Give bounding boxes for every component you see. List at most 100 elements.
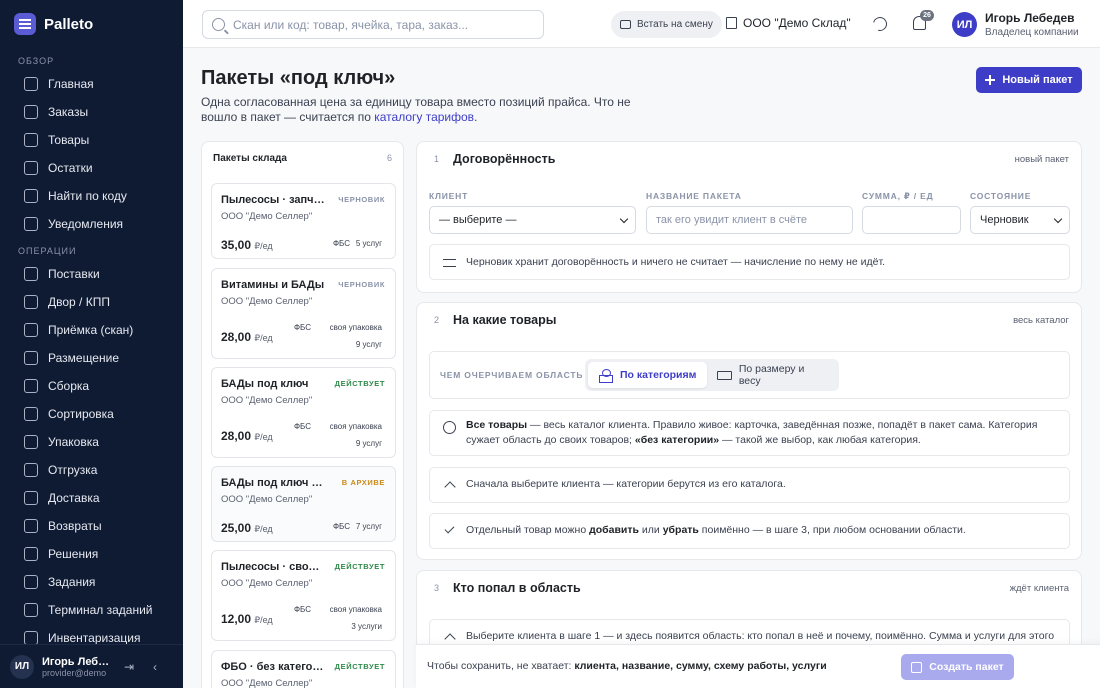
save-icon [911, 661, 923, 673]
sidebar-item[interactable]: Сортировка [0, 400, 183, 428]
package-seller: ООО "Демо Селлер" [221, 296, 313, 307]
step-title: Кто попал в область [453, 581, 581, 595]
package-card[interactable]: Пылесосы · запчасти черновик ООО "Демо Сел… [211, 183, 396, 259]
package-tag: ФБС [332, 239, 350, 248]
package-price: 35,00 ₽/ед [221, 238, 273, 252]
company-switcher[interactable]: ООО "Демо Склад" [726, 16, 851, 30]
user-name[interactable]: Игорь Лебедев [985, 11, 1075, 25]
sidebar-item[interactable]: Заказы [0, 98, 183, 126]
sidebar-item[interactable]: Задания [0, 568, 183, 596]
start-shift-label: Встать на смену [637, 19, 713, 30]
package-price-unit: ₽/ед [254, 432, 273, 442]
arrow-up-icon [444, 481, 456, 493]
package-price: 28,00 ₽/ед [221, 330, 273, 344]
package-card[interactable]: Витамины и БАДы черновик ООО "Демо Селлер"… [211, 268, 396, 359]
sidebar-item[interactable]: Отгрузка [0, 456, 183, 484]
plus-icon [985, 75, 996, 85]
terminal-icon [24, 603, 38, 617]
shelf-icon [24, 351, 38, 365]
sidebar-item[interactable]: Сборка [0, 372, 183, 400]
package-card[interactable]: БАДы под ключ · архив в архиве ООО "Демо С… [211, 466, 396, 542]
draft-note-text: Черновик хранит договорённость и ничего … [466, 256, 886, 268]
sidebar-user: Игорь Лебедев provider@demo [42, 656, 112, 678]
search-input[interactable] [233, 17, 533, 32]
sidebar-item-label: Двор / КПП [48, 295, 110, 309]
shift-icon [620, 20, 631, 29]
sidebar-item-label: Сортировка [48, 407, 114, 421]
sidebar-item-label: Сборка [48, 379, 90, 393]
package-list: Пакеты склада 6 Пылесосы · запчасти черно… [201, 141, 404, 688]
sidebar-item-label: Поставки [48, 267, 100, 281]
package-tag: своя упаковка [329, 323, 382, 332]
truck-in-icon [24, 267, 38, 281]
sidebar-item-label: Уведомления [48, 217, 124, 231]
package-card[interactable]: ФБО · без категорий действует ООО "Демо Се… [211, 650, 396, 688]
scope-by-size-button[interactable]: По размеру и весу [706, 362, 839, 388]
scope-by-category-label: По категориям [620, 369, 697, 381]
step-title: На какие товары [453, 313, 557, 327]
user-avatar[interactable]: ИЛ [952, 12, 977, 37]
info-icon [443, 421, 456, 434]
brand[interactable]: Palleto [0, 0, 183, 48]
note-text-part: или [639, 524, 663, 536]
sidebar-item[interactable]: Уведомления [0, 210, 183, 238]
start-shift-button[interactable]: Встать на смену [611, 11, 722, 38]
sidebar-nav: Обзор Главная Заказы Товары Остатки Найти по … [0, 48, 183, 652]
package-price-value: 35,00 [221, 238, 252, 252]
package-name-field[interactable]: так его увидит клиент в счёте [646, 206, 853, 234]
sidebar-item[interactable]: Остатки [0, 154, 183, 182]
note-bold-add: добавить [589, 524, 639, 536]
sidebar-item[interactable]: Товары [0, 126, 183, 154]
sidebar-item[interactable]: Главная [0, 70, 183, 98]
client-select[interactable]: — выберите — [429, 206, 636, 234]
create-package-button[interactable]: Создать пакет [901, 654, 1014, 680]
sidebar-user-name: Игорь Лебедев [42, 655, 112, 668]
package-name: Пылесосы · своя упаковка [221, 561, 325, 573]
avatar[interactable]: ИЛ [10, 654, 34, 679]
sum-field[interactable] [862, 206, 961, 234]
package-card[interactable]: БАДы под ключ действует ООО "Демо Селлер" 2… [211, 367, 396, 458]
logout-icon[interactable]: ⇥ [120, 658, 138, 676]
note-bold-remove: убрать [662, 524, 699, 536]
sidebar-item[interactable]: Размещение [0, 344, 183, 372]
package-tag: 3 услуги [351, 622, 382, 631]
search-box[interactable] [202, 10, 544, 39]
sidebar-item-label: Товары [48, 133, 90, 147]
save-requirements: Чтобы сохранить, не хватает: клиента, на… [427, 660, 827, 672]
collapse-sidebar-icon[interactable]: ‹ [146, 658, 164, 676]
package-card[interactable]: Пылесосы · своя упаковка действует ООО "Де… [211, 550, 396, 641]
step-meta: ждёт клиента [1009, 583, 1069, 594]
state-select[interactable]: Черновик [970, 206, 1070, 234]
user-role: Владелец компании [985, 27, 1079, 38]
sidebar-item[interactable]: Двор / КПП [0, 288, 183, 316]
brand-name: Palleto [44, 15, 94, 33]
sidebar-item[interactable]: Терминал заданий [0, 596, 183, 624]
scope-by-category-button[interactable]: По категориям [588, 362, 708, 388]
package-name-placeholder: так его увидит клиент в счёте [656, 214, 808, 226]
sidebar-item[interactable]: Решения [0, 540, 183, 568]
sidebar-item[interactable]: Найти по коду [0, 182, 183, 210]
theme-toggle-icon[interactable] [870, 14, 890, 34]
notes-icon [443, 259, 456, 267]
new-package-button[interactable]: Новый пакет [976, 67, 1082, 93]
tariff-catalog-link[interactable]: каталогу тарифов [374, 110, 474, 124]
sidebar-item[interactable]: Упаковка [0, 428, 183, 456]
package-tag: своя упаковка [329, 605, 382, 614]
step-agreement-panel: 1 Договорённость новый пакет Клиент — вы… [416, 141, 1082, 293]
package-count: 6 [386, 153, 392, 163]
sidebar-item[interactable]: Приёмка (скан) [0, 316, 183, 344]
sidebar-item[interactable]: Доставка [0, 484, 183, 512]
sidebar-item[interactable]: Поставки [0, 260, 183, 288]
package-tag: 9 услуг [355, 340, 382, 349]
sidebar-footer: ИЛ Игорь Лебедев provider@demo ⇥ ‹ [0, 644, 183, 688]
sidebar-item[interactable]: Возвраты [0, 512, 183, 540]
package-name: ФБО · без категорий [221, 661, 325, 673]
scope-segmented-control: По категориям По размеру и весу [585, 359, 839, 391]
ship-icon [24, 463, 38, 477]
sort-icon [24, 407, 38, 421]
package-seller: ООО "Демо Селлер" [221, 678, 313, 688]
inventory-icon [24, 631, 38, 645]
package-icon [24, 435, 38, 449]
package-seller: ООО "Демо Селлер" [221, 494, 313, 505]
step-number: 3 [434, 583, 440, 593]
